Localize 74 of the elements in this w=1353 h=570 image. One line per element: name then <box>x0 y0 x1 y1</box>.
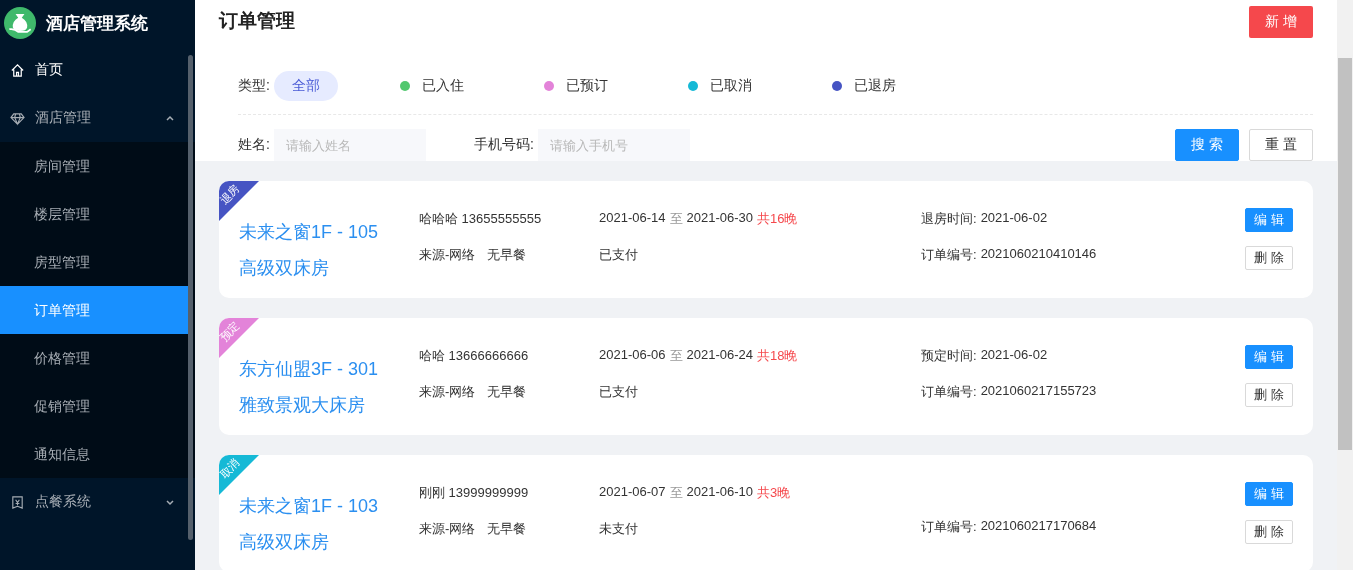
room-type: 高级双床房 <box>239 532 329 552</box>
date-label: 退房时间: <box>921 210 977 228</box>
filter-label: 类型: <box>238 77 270 95</box>
input-field[interactable]: 请输入手机号 <box>537 129 690 161</box>
nights-count: 共16晚 <box>757 210 798 228</box>
order-number-label: 订单编号: <box>921 246 977 264</box>
booking-source: 来源-网络 <box>419 383 476 401</box>
submenu-item[interactable]: 促销管理 <box>0 382 189 430</box>
money-bag-logo-icon <box>4 7 36 39</box>
guest-info: 哈哈 13666666666 <box>419 347 530 365</box>
check-in-date: 2021-06-07 <box>599 484 666 501</box>
check-out-date: 2021-06-10 <box>686 484 753 501</box>
order-number: 2021060210410146 <box>980 246 1097 263</box>
nights-count: 共3晚 <box>757 484 791 502</box>
home-icon <box>10 62 25 78</box>
submenu-item[interactable]: 通知信息 <box>0 430 189 478</box>
payment-status: 已支付 <box>599 383 639 401</box>
order-number: 2021060217170684 <box>980 518 1097 535</box>
menu-item[interactable]: 酒店管理 <box>0 94 195 142</box>
guest-info: 哈哈哈 13655555555 <box>419 210 543 228</box>
type-filter-option[interactable]: 已取消 <box>669 71 770 101</box>
check-out-date: 2021-06-30 <box>686 210 753 227</box>
order-number-label: 订单编号: <box>921 383 977 401</box>
status-ribbon: 取消 <box>219 455 259 495</box>
breakfast-info: 无早餐 <box>487 520 527 538</box>
reset-button[interactable]: 重 置 <box>1249 129 1313 161</box>
check-out-date: 2021-06-24 <box>686 347 753 364</box>
room-type: 雅致景观大床房 <box>239 395 365 415</box>
booking-source: 来源-网络 <box>419 246 476 264</box>
guest-info: 刚刚 13999999999 <box>419 484 530 502</box>
type-filter-option[interactable]: 已退房 <box>813 71 914 101</box>
date-value: 2021-06-02 <box>980 210 1048 227</box>
add-button[interactable]: 新 增 <box>1249 6 1313 38</box>
payment-status: 未支付 <box>599 520 639 538</box>
range-separator: 至 <box>669 210 683 228</box>
date-value: 2021-06-02 <box>980 347 1048 364</box>
scrollbar[interactable] <box>1337 0 1353 570</box>
caret-down-icon <box>165 497 175 507</box>
order-number-label: 订单编号: <box>921 518 977 536</box>
menu-item[interactable]: 点餐系统 <box>0 478 195 526</box>
room-type: 高级双床房 <box>239 258 329 278</box>
check-in-date: 2021-06-14 <box>599 210 666 227</box>
input-field[interactable]: 请输入姓名 <box>273 129 426 161</box>
page-title: 订单管理 <box>219 9 295 33</box>
status-ribbon: 预定 <box>219 318 259 358</box>
order-number: 2021060217155723 <box>980 383 1097 400</box>
delete-button[interactable]: 删 除 <box>1245 520 1293 544</box>
booking-source: 来源-网络 <box>419 520 476 538</box>
app-title: 酒店管理系统 <box>46 12 148 35</box>
date-label: 预定时间: <box>921 347 977 365</box>
status-ribbon: 退房 <box>219 181 259 221</box>
type-filter-option[interactable]: 已预订 <box>525 71 626 101</box>
menu-item[interactable]: 首页 <box>0 46 195 94</box>
receipt-icon <box>10 494 25 510</box>
submenu-item[interactable]: 楼层管理 <box>0 190 189 238</box>
breakfast-info: 无早餐 <box>487 383 527 401</box>
range-separator: 至 <box>669 347 683 365</box>
delete-button[interactable]: 删 除 <box>1245 246 1293 270</box>
field-label: 手机号码: <box>473 136 534 154</box>
caret-up-icon <box>165 113 175 123</box>
submenu-item[interactable]: 房型管理 <box>0 238 189 286</box>
diamond-icon <box>10 110 25 126</box>
range-separator: 至 <box>669 484 683 502</box>
field-label: 姓名: <box>238 136 270 154</box>
check-in-date: 2021-06-06 <box>599 347 666 364</box>
payment-status: 已支付 <box>599 246 639 264</box>
delete-button[interactable]: 删 除 <box>1245 383 1293 407</box>
submenu-item[interactable]: 价格管理 <box>0 334 189 382</box>
breakfast-info: 无早餐 <box>487 246 527 264</box>
nights-count: 共18晚 <box>757 347 798 365</box>
scrollbar[interactable] <box>188 55 193 540</box>
submenu-item[interactable]: 房间管理 <box>0 142 189 190</box>
type-filter-option[interactable]: 全部 <box>273 71 338 101</box>
type-filter-option[interactable]: 已入住 <box>381 71 482 101</box>
